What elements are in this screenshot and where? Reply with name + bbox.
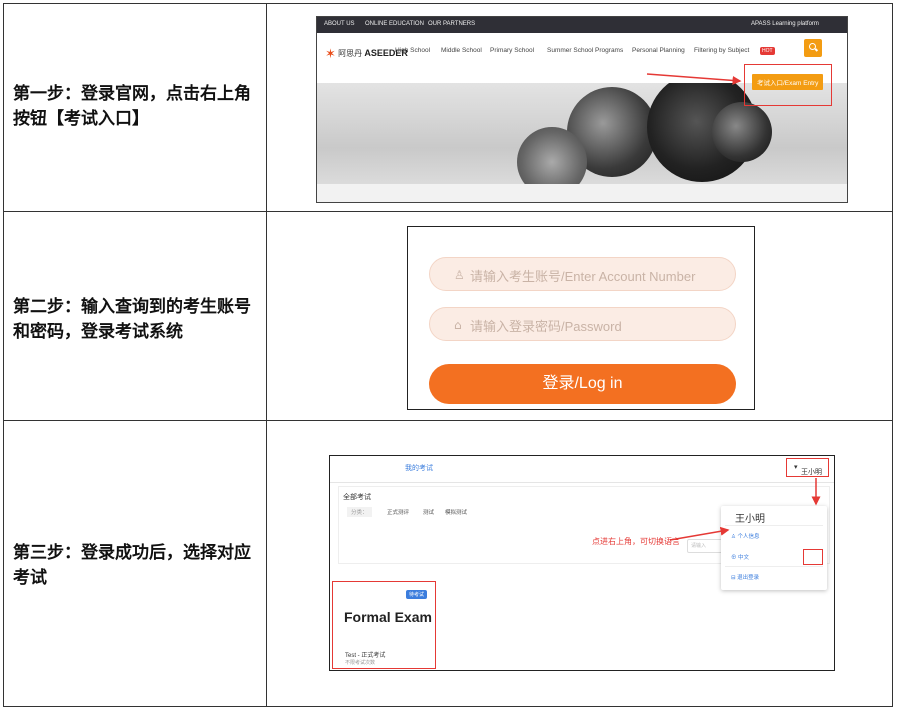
arrow-annotation [646,73,742,85]
account-field[interactable]: ♙ 请输入考生账号/Enter Account Number [429,257,736,291]
step-image-cell: 我的考试 王小明 ▾ 全部考试 分类： 正式测评 测试 模拟测试 请输入 点进右… [267,421,892,706]
table-row: 第一步：登录官网，点击右上角按钮【考试入口】 ABOUT US ONLINE E… [4,4,892,212]
table-row: 第三步：登录成功后，选择对应考试 我的考试 王小明 ▾ 全部考试 分类： 正式测… [4,421,892,706]
password-field[interactable]: ⌂ 请输入登录密码/Password [429,307,736,341]
instruction-table: 第一步：登录官网，点击右上角按钮【考试入口】 ABOUT US ONLINE E… [3,3,893,707]
step-label-cell: 第一步：登录官网，点击右上角按钮【考试入口】 [4,4,267,211]
step-2-text: 第二步：输入查询到的考生账号和密码，登录考试系统 [13,297,251,342]
step-1-text: 第一步：登录官网，点击右上角按钮【考试入口】 [13,84,251,129]
user-icon: ♙ [454,268,465,282]
account-placeholder: 请输入考生账号/Enter Account Number [470,269,696,284]
step-3-text: 第三步：登录成功后，选择对应考试 [13,543,251,588]
lock-icon: ⌂ [454,318,462,332]
arrow-annotations [669,478,821,541]
step-label-cell: 第二步：输入查询到的考生账号和密码，登录考试系统 [4,212,267,420]
step-image-cell: ABOUT US ONLINE EDUCATION OUR PARTNERS A… [267,4,892,211]
login-screenshot: ♙ 请输入考生账号/Enter Account Number ⌂ 请输入登录密码… [407,226,755,410]
table-row: 第二步：输入查询到的考生账号和密码，登录考试系统 ♙ 请输入考生账号/Enter… [4,212,892,421]
step-label-cell: 第三步：登录成功后，选择对应考试 [4,421,267,706]
exam-system-screenshot: 我的考试 王小明 ▾ 全部考试 分类： 正式测评 测试 模拟测试 请输入 点进右… [329,455,835,671]
login-button[interactable]: 登录/Log in [429,364,736,404]
step-image-cell: ♙ 请输入考生账号/Enter Account Number ⌂ 请输入登录密码… [267,212,892,420]
website-screenshot: ABOUT US ONLINE EDUCATION OUR PARTNERS A… [316,16,848,203]
password-placeholder: 请输入登录密码/Password [470,319,622,334]
